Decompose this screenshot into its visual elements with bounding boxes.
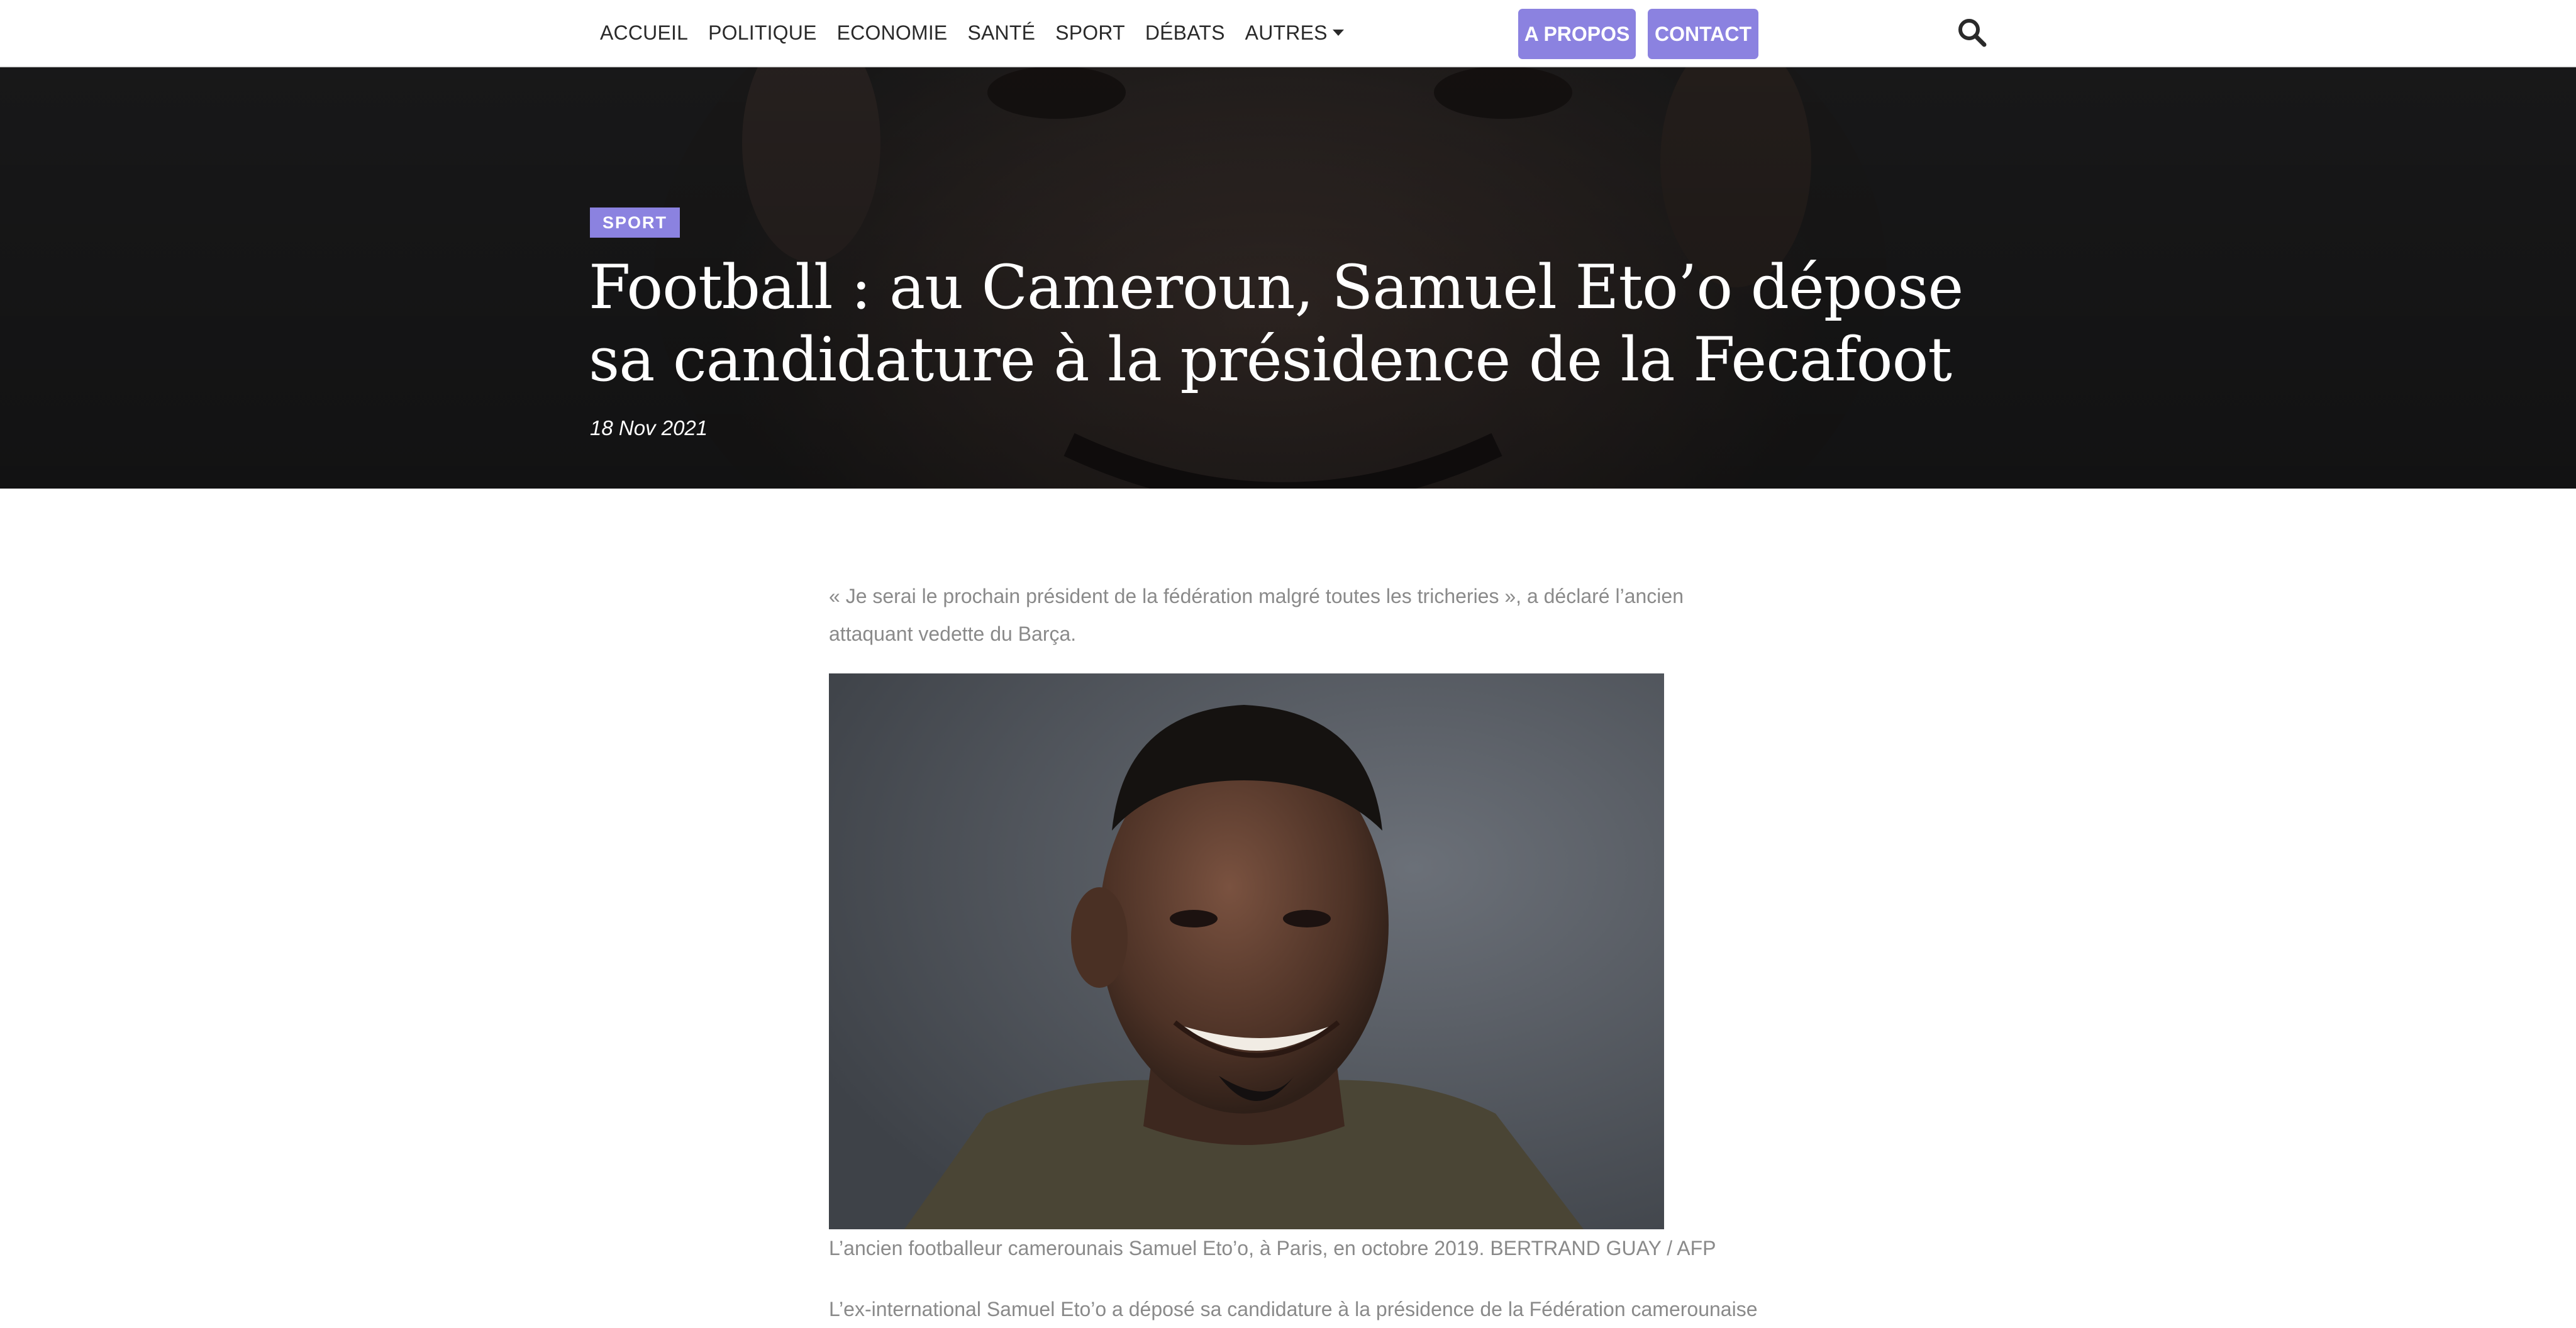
main-menu: ACCUEIL POLITIQUE ECONOMIE SANTÉ SPORT D… — [590, 0, 1354, 66]
article-lead: « Je serai le prochain président de la f… — [829, 585, 1684, 645]
photo-caption: L’ancien footballeur camerounais Samuel … — [829, 1237, 1716, 1259]
contact-button[interactable]: CONTACT — [1648, 9, 1758, 59]
category-badge[interactable]: SPORT — [590, 208, 680, 238]
portrait-image — [829, 673, 1664, 1229]
a-propos-button[interactable]: A PROPOS — [1518, 9, 1636, 59]
article-title: Football : au Cameroun, Samuel Eto’o dép… — [589, 252, 1963, 395]
search-icon — [1958, 19, 1987, 47]
article-hero: SPORT Football : au Cameroun, Samuel Eto… — [0, 67, 2576, 489]
nav-item-sante[interactable]: SANTÉ — [957, 21, 1045, 45]
article-date: 18 Nov 2021 — [590, 416, 708, 440]
nav-dropdown-autres[interactable]: AUTRES — [1235, 21, 1354, 45]
caret-down-icon — [1332, 29, 1344, 36]
nav-item-sport[interactable]: SPORT — [1045, 21, 1135, 45]
top-navbar: ACCUEIL POLITIQUE ECONOMIE SANTÉ SPORT D… — [0, 0, 2576, 67]
nav-item-autres-label: AUTRES — [1245, 21, 1328, 44]
nav-item-economie[interactable]: ECONOMIE — [827, 21, 958, 45]
article-photo — [829, 673, 1664, 1229]
article-body-paragraph: L’ex-international Samuel Eto’o a déposé… — [829, 1298, 1758, 1320]
search-button[interactable] — [1956, 16, 1989, 49]
nav-item-accueil[interactable]: ACCUEIL — [590, 21, 698, 45]
nav-item-politique[interactable]: POLITIQUE — [698, 21, 827, 45]
nav-item-debats[interactable]: DÉBATS — [1135, 21, 1235, 45]
